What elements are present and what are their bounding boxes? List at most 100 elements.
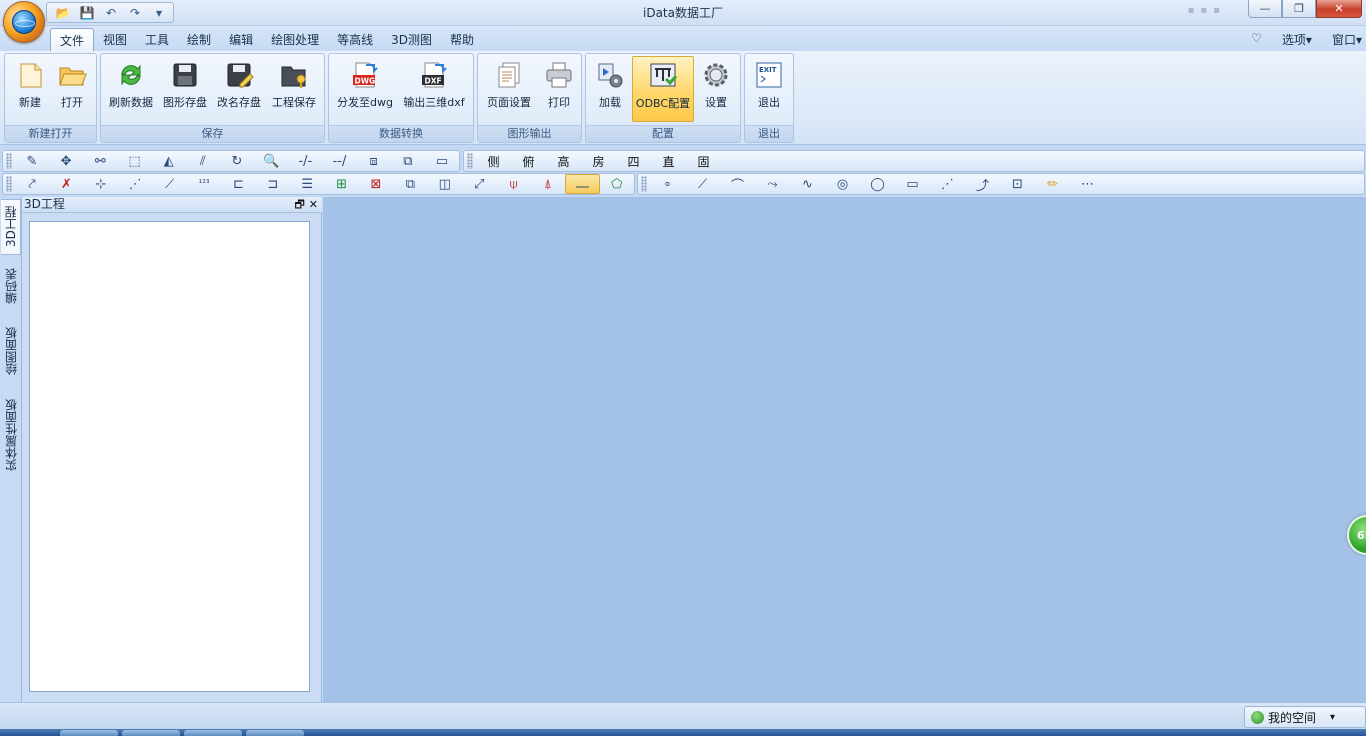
- edit-vertex-icon[interactable]: ⟋: [152, 174, 186, 194]
- zoom-icon[interactable]: 🔍: [254, 151, 288, 171]
- settings-button[interactable]: 设置: [696, 56, 736, 122]
- rotate-icon[interactable]: ↻: [220, 151, 254, 171]
- circle-center-icon[interactable]: ◎: [825, 174, 860, 194]
- grid-icon[interactable]: ⊡: [1000, 174, 1035, 194]
- exit-button[interactable]: EXIT 退出: [751, 56, 787, 122]
- toolbar-grip[interactable]: [467, 153, 473, 169]
- tab-help[interactable]: 帮助: [441, 28, 483, 51]
- copy-icon[interactable]: ⚯: [83, 151, 117, 171]
- polygon-check-icon[interactable]: ⬠: [600, 174, 634, 194]
- view-top-button[interactable]: 俯: [511, 151, 546, 171]
- open-button[interactable]: 打开: [53, 56, 91, 122]
- application-menu-button[interactable]: [3, 1, 45, 43]
- floating-speed-badge[interactable]: 65: [1347, 515, 1366, 555]
- polyline-icon[interactable]: ⤳: [755, 174, 790, 194]
- odbc-config-button[interactable]: ODBC配置: [632, 56, 694, 122]
- dashed-line-icon[interactable]: ⋯: [1070, 174, 1105, 194]
- view-fixed-button[interactable]: 固: [686, 151, 721, 171]
- extend-line-icon[interactable]: --/: [322, 151, 356, 171]
- tab-draw[interactable]: 绘制: [178, 28, 220, 51]
- parallel-line-icon[interactable]: ⋰: [930, 174, 965, 194]
- taskbar-item[interactable]: [122, 730, 180, 736]
- print-button[interactable]: 打印: [540, 56, 578, 122]
- close-panel-icon[interactable]: ✕: [309, 197, 318, 212]
- view-side-button[interactable]: 侧: [476, 151, 511, 171]
- options-menu[interactable]: 选项▾: [1282, 31, 1312, 48]
- side-tab-drawing-panel[interactable]: 绘图面板: [1, 321, 21, 381]
- insert-vertex-icon[interactable]: ⊹: [84, 174, 118, 194]
- delete-vertex-icon[interactable]: ✗: [49, 174, 83, 194]
- project-save-button[interactable]: 工程保存: [269, 56, 319, 122]
- close-button[interactable]: ✕: [1316, 0, 1362, 18]
- drawing-canvas[interactable]: 65: [323, 197, 1366, 702]
- attribute-icon[interactable]: ◫: [428, 174, 462, 194]
- toolbar-grip[interactable]: [6, 153, 12, 169]
- marker-icon[interactable]: ⍦: [496, 174, 530, 194]
- tab-tools[interactable]: 工具: [136, 28, 178, 51]
- select-box-icon[interactable]: ⬚: [117, 151, 151, 171]
- pencil-icon[interactable]: ✎: [15, 151, 49, 171]
- taskbar-item[interactable]: [60, 730, 118, 736]
- tab-contour[interactable]: 等高线: [328, 28, 382, 51]
- number-icon[interactable]: ¹²³: [187, 174, 221, 194]
- refresh-data-button[interactable]: 刷新数据: [107, 56, 155, 122]
- load-button[interactable]: 加载: [590, 56, 630, 122]
- right-bracket-icon[interactable]: ⊐: [256, 174, 290, 194]
- survey-icon[interactable]: ⍋: [531, 174, 565, 194]
- parallel-icon[interactable]: ⫽: [186, 151, 220, 171]
- arc-line-icon[interactable]: ⤴: [965, 174, 1000, 194]
- new-button[interactable]: 新建: [11, 56, 49, 122]
- step-icon[interactable]: ⎼: [565, 174, 600, 194]
- maximize-button[interactable]: ❐: [1282, 0, 1316, 18]
- view-straight-button[interactable]: 直: [651, 151, 686, 171]
- left-bracket-icon[interactable]: ⊏: [221, 174, 255, 194]
- freehand-icon[interactable]: ✏: [1035, 174, 1070, 194]
- scale-icon[interactable]: ⧈: [357, 151, 391, 171]
- measure-icon[interactable]: ▭: [425, 151, 459, 171]
- graphic-save-button[interactable]: 图形存盘: [161, 56, 209, 122]
- page-setup-button[interactable]: 页面设置: [482, 56, 536, 122]
- tab-view[interactable]: 视图: [94, 28, 136, 51]
- add-vertex-icon[interactable]: ⤤: [15, 174, 49, 194]
- tab-edit[interactable]: 编辑: [220, 28, 262, 51]
- tab-file[interactable]: 文件: [50, 28, 95, 51]
- ribbon-minimize-icon[interactable]: ♡: [1251, 31, 1262, 48]
- lines-icon[interactable]: ☰: [290, 174, 324, 194]
- taskbar-item[interactable]: [184, 730, 242, 736]
- side-tab-entity-attributes[interactable]: 实体属性面板: [1, 393, 21, 477]
- project-tree[interactable]: [29, 221, 310, 692]
- export-3d-dxf-button[interactable]: DXF 输出三维dxf: [401, 56, 467, 122]
- side-tab-3d-project[interactable]: 3D工程: [1, 199, 21, 255]
- point-icon[interactable]: ∘: [650, 174, 685, 194]
- zoom-window-icon[interactable]: ⧉: [391, 151, 425, 171]
- export-dwg-button[interactable]: DWG 分发至dwg: [335, 56, 395, 122]
- save-as-button[interactable]: 改名存盘: [215, 56, 263, 122]
- link-icon[interactable]: ⤢: [462, 174, 496, 194]
- line-icon[interactable]: ⟋: [685, 174, 720, 194]
- split-line-icon[interactable]: -/-: [288, 151, 322, 171]
- circle-icon[interactable]: ◯: [860, 174, 895, 194]
- toolbar-grip[interactable]: [641, 176, 647, 192]
- printer-icon: [544, 60, 574, 90]
- tab-drawing-process[interactable]: 绘图处理: [262, 28, 328, 51]
- copy-feature-icon[interactable]: ⧉: [393, 174, 427, 194]
- mirror-icon[interactable]: ◭: [152, 151, 186, 171]
- curve-icon[interactable]: ∿: [790, 174, 825, 194]
- my-space-button[interactable]: 我的空间 ▾: [1244, 706, 1366, 728]
- add-point-icon[interactable]: ⊞: [324, 174, 358, 194]
- arc-icon[interactable]: ⌒: [720, 174, 755, 194]
- snap-vertex-icon[interactable]: ⋰: [118, 174, 152, 194]
- taskbar-item[interactable]: [246, 730, 304, 736]
- toolbar-grip[interactable]: [6, 176, 12, 192]
- move-icon[interactable]: ✥: [49, 151, 83, 171]
- rectangle-icon[interactable]: ▭: [895, 174, 930, 194]
- minimize-button[interactable]: —: [1248, 0, 1282, 18]
- delete-point-icon[interactable]: ⊠: [359, 174, 393, 194]
- window-menu[interactable]: 窗口▾: [1332, 31, 1362, 48]
- view-four-button[interactable]: 四: [616, 151, 651, 171]
- side-tab-code-table[interactable]: 编码表: [1, 261, 21, 311]
- tab-3d-survey[interactable]: 3D测图: [382, 28, 441, 51]
- float-panel-icon[interactable]: 🗗: [294, 197, 304, 212]
- view-house-button[interactable]: 房: [581, 151, 616, 171]
- view-height-button[interactable]: 高: [546, 151, 581, 171]
